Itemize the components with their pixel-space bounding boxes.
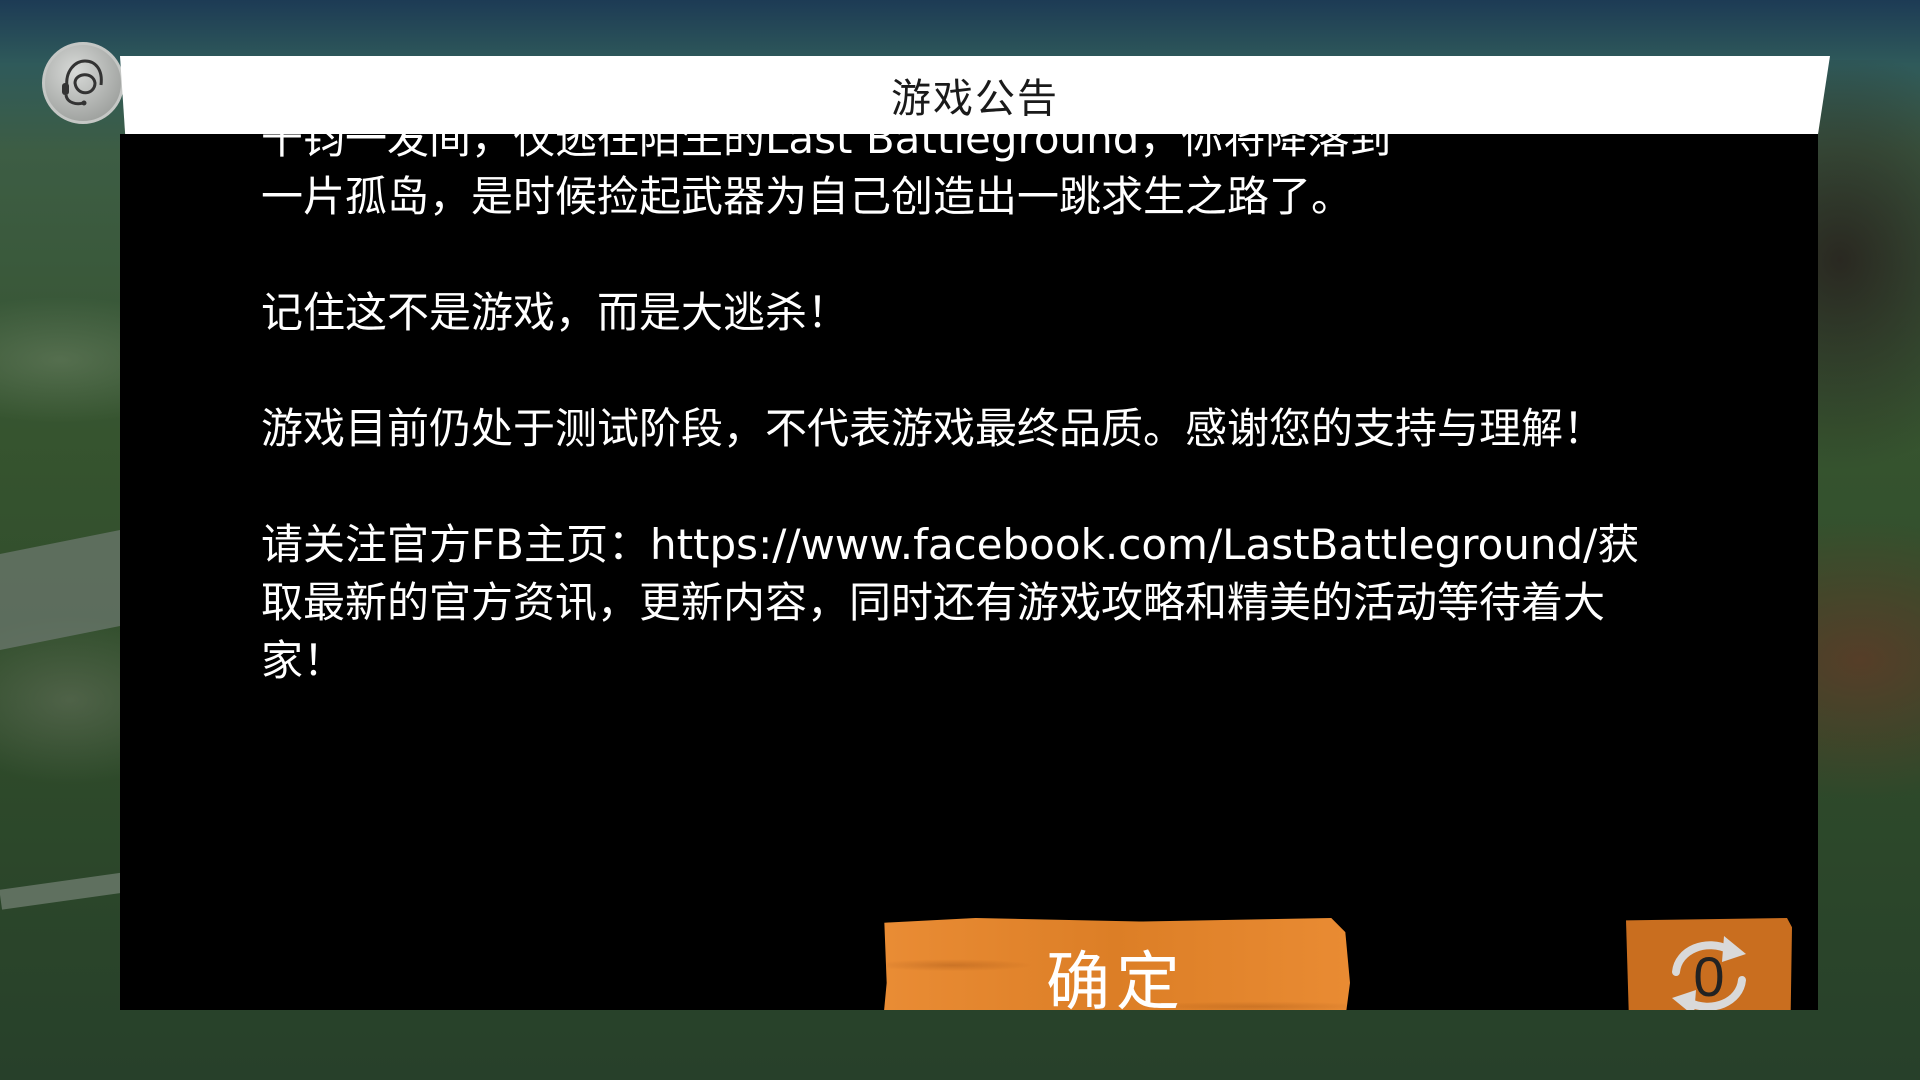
notice-paragraph-3: 游戏目前仍处于测试阶段，不代表游戏最终品质。感谢您的支持与理解！ <box>261 404 1606 453</box>
announcement-text: 千钧一发间，仅逃往陌生的Last Battleground，你将降落到 一片孤岛… <box>261 134 1681 748</box>
dialog-body[interactable]: 千钧一发间，仅逃往陌生的Last Battleground，你将降落到 一片孤岛… <box>120 134 1818 1010</box>
announcement-dialog: 游戏公告 千钧一发间，仅逃往陌生的Last Battleground，你将降落到… <box>120 56 1830 1010</box>
notice-line-1: 千钧一发间，仅逃往陌生的Last Battleground，你将降落到 <box>261 134 1392 163</box>
support-button[interactable] <box>42 42 124 124</box>
notice-paragraph-intro: 千钧一发间，仅逃往陌生的Last Battleground，你将降落到 一片孤岛… <box>261 134 1681 226</box>
refresh-button[interactable]: 0 <box>1626 918 1792 1010</box>
refresh-count: 0 <box>1693 944 1725 1008</box>
headset-support-icon <box>62 59 103 106</box>
notice-paragraph-2: 记住这不是游戏，而是大逃杀！ <box>261 288 850 337</box>
confirm-button-label: 确定 <box>1046 946 1186 1010</box>
dialog-title: 游戏公告 <box>891 76 1059 122</box>
confirm-button[interactable]: 确定 <box>882 918 1350 1010</box>
notice-line-2: 一片孤岛，是时候捡起武器为自己创造出一跳求生之路了。 <box>261 172 1354 221</box>
game-screen: 游戏公告 千钧一发间，仅逃往陌生的Last Battleground，你将降落到… <box>0 0 1920 1080</box>
dialog-header: 游戏公告 <box>120 56 1830 134</box>
notice-paragraph-4: 请关注官方FB主页：https://www.facebook.com/LastB… <box>261 520 1640 685</box>
